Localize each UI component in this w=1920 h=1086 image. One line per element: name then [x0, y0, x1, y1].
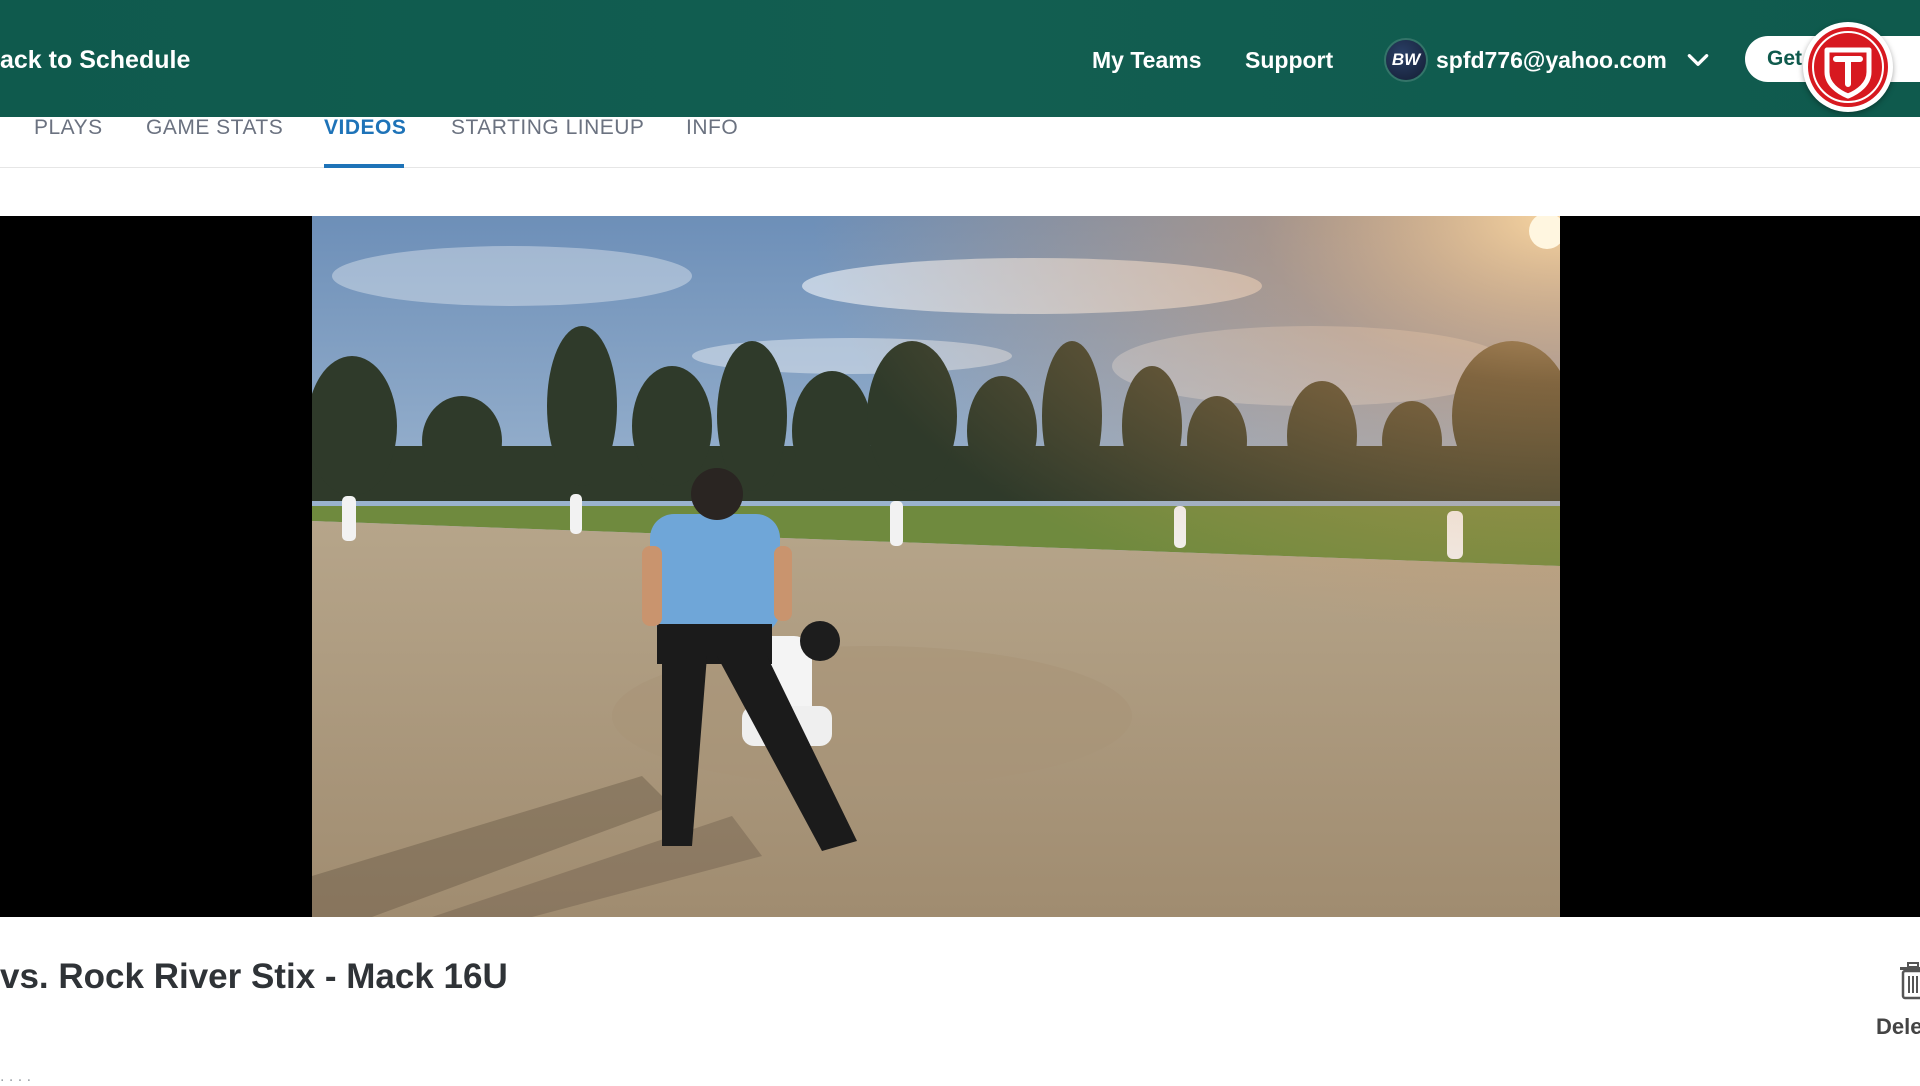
delete-video-button[interactable]: Dele — [1872, 960, 1920, 1050]
video-player[interactable] — [0, 216, 1920, 917]
chevron-down-icon[interactable] — [1685, 47, 1711, 73]
top-nav-bar: ack to Schedule My Teams Support BW spfd… — [0, 0, 1920, 117]
active-tab-indicator — [324, 164, 404, 168]
back-to-schedule-link[interactable]: ack to Schedule — [0, 42, 190, 78]
video-title: vs. Rock River Stix - Mack 16U — [0, 957, 508, 996]
softball-scene-image — [312, 216, 1560, 917]
tab-videos[interactable]: VIDEOS — [324, 117, 406, 165]
user-account-menu[interactable]: BW spfd776@yahoo.com — [1386, 38, 1711, 82]
tab-info[interactable]: INFO — [686, 117, 738, 165]
tab-game-stats[interactable]: GAME STATS — [146, 117, 283, 165]
get-app-button-label: Get — [1767, 47, 1803, 70]
avatar: BW — [1386, 40, 1426, 80]
game-tabs: PLAYS GAME STATS VIDEOS STARTING LINEUP … — [0, 117, 1920, 168]
my-teams-link[interactable]: My Teams — [1092, 44, 1202, 76]
trash-icon — [1900, 962, 1920, 1000]
user-email: spfd776@yahoo.com — [1436, 46, 1667, 73]
tab-starting-lineup[interactable]: STARTING LINEUP — [451, 117, 644, 165]
tab-plays[interactable]: PLAYS — [34, 117, 103, 165]
support-link[interactable]: Support — [1245, 44, 1333, 76]
video-meta: . . . . — [0, 1068, 32, 1085]
video-frame[interactable] — [312, 216, 1560, 917]
delete-label: Dele — [1876, 1014, 1920, 1039]
shield-logo-icon — [1803, 22, 1893, 112]
